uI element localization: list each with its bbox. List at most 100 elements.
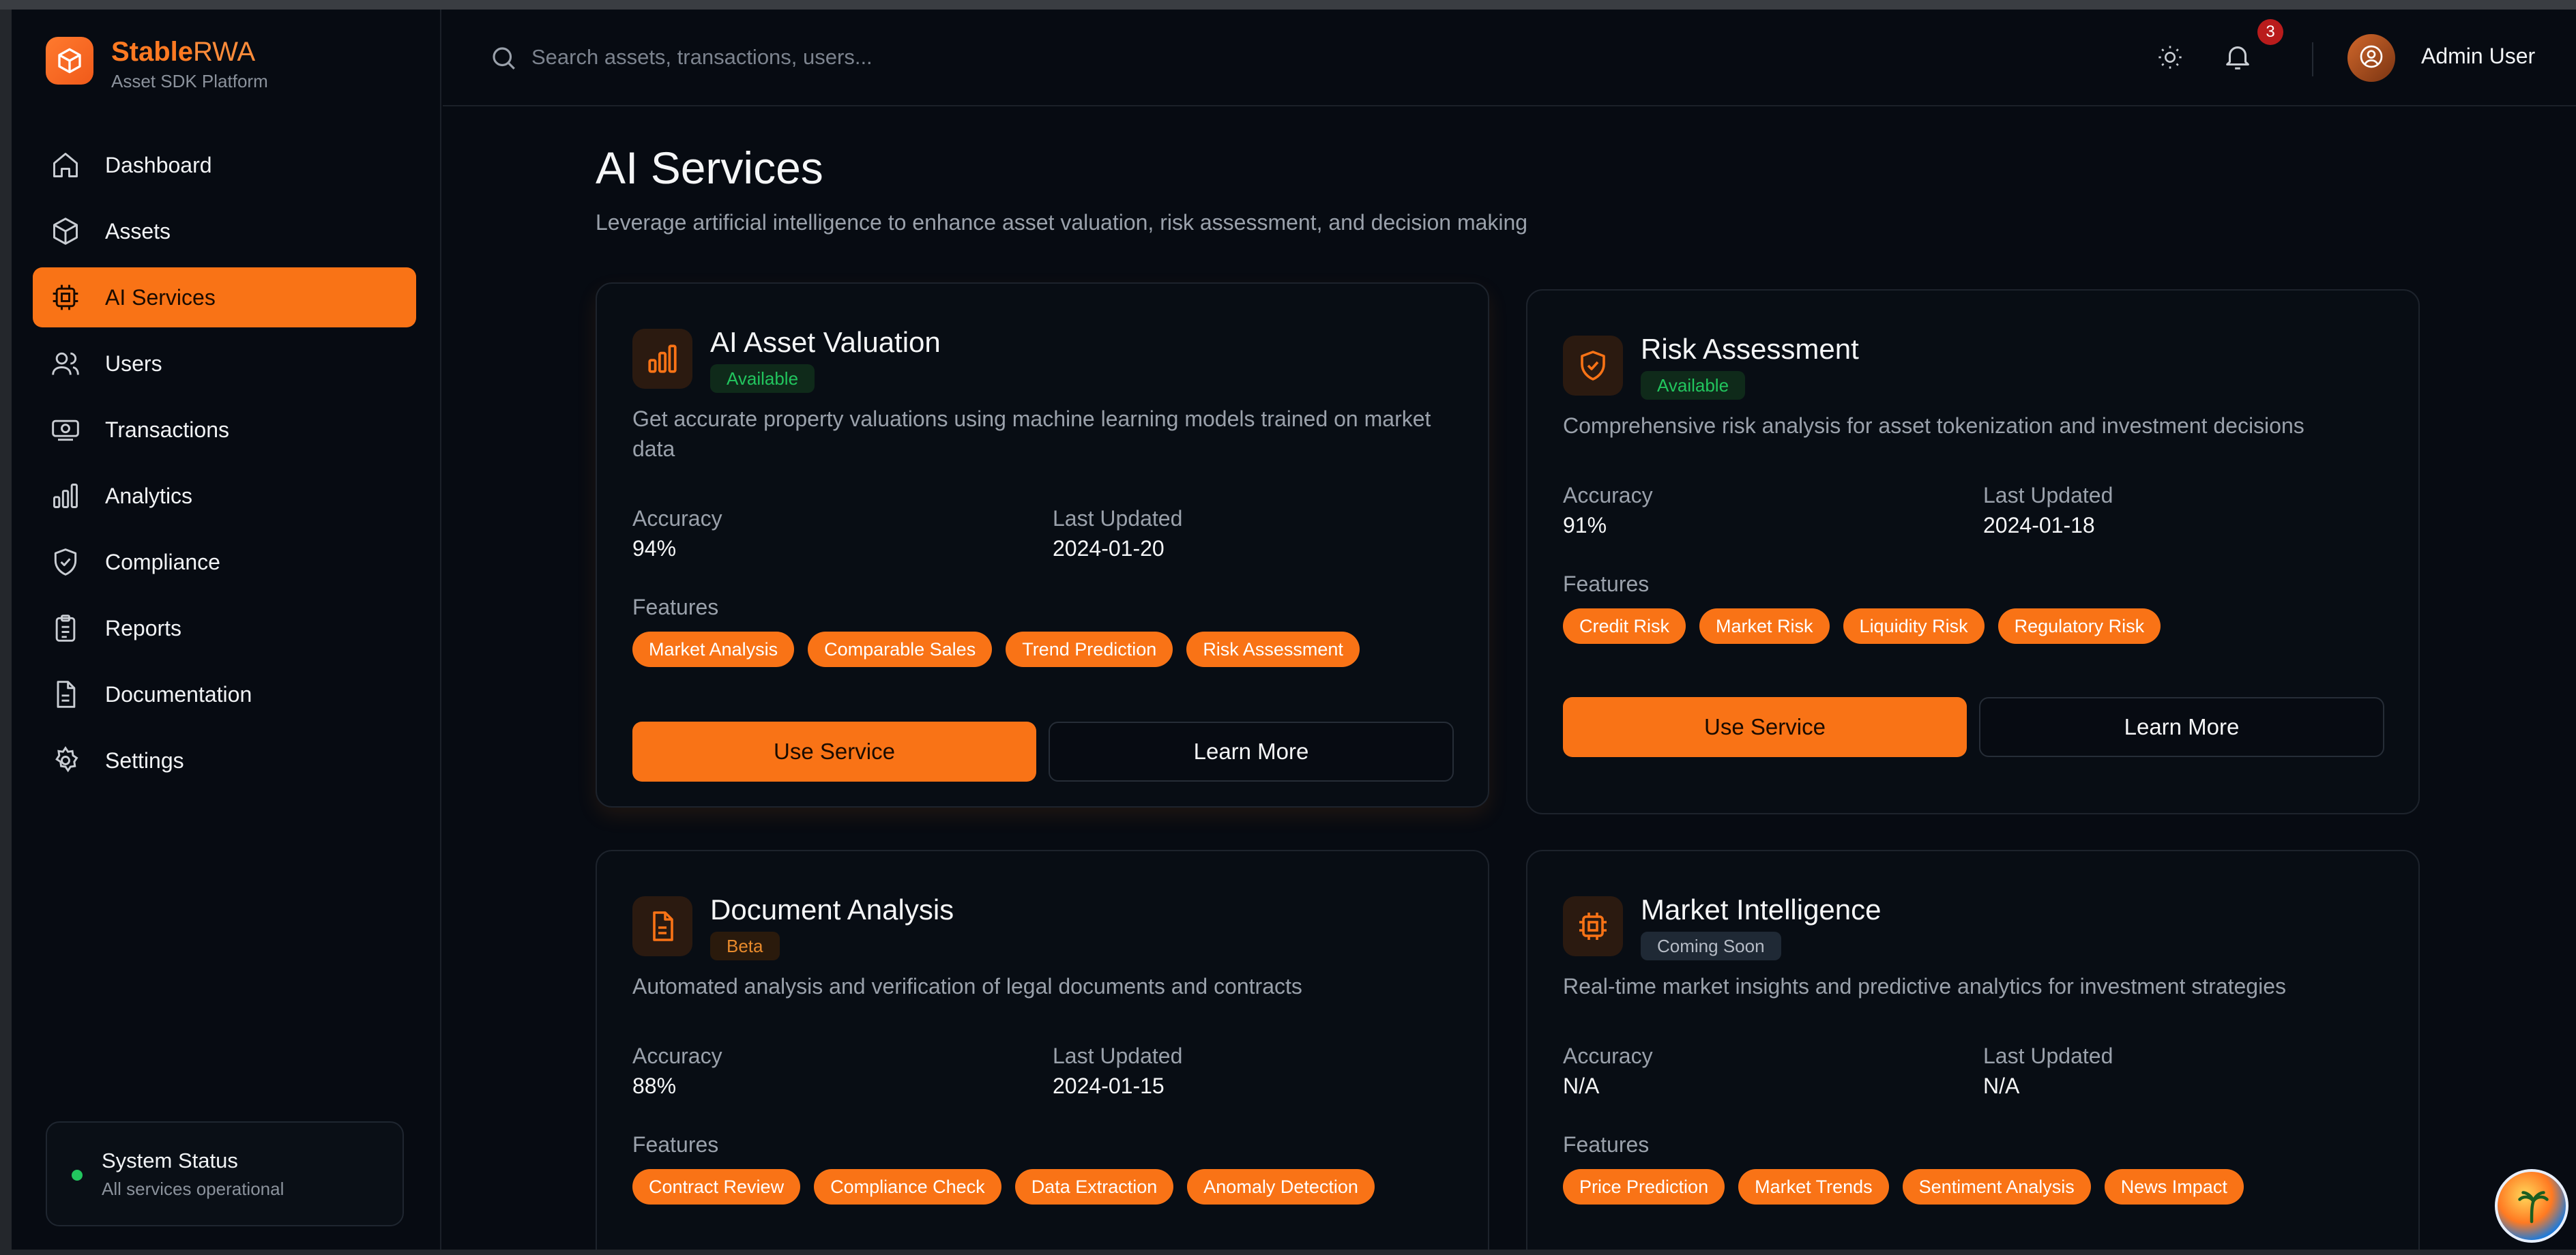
features-label: Features xyxy=(1563,1132,1650,1157)
service-card-market-intelligence: Market Intelligence Coming Soon Real-tim… xyxy=(1526,850,2420,1250)
search-input[interactable] xyxy=(531,40,1350,75)
feature-tag: Price Prediction xyxy=(1563,1169,1725,1205)
sidebar-item-label: Compliance xyxy=(105,549,220,574)
bar-chart-icon xyxy=(49,479,82,512)
feature-tag: Sentiment Analysis xyxy=(1902,1169,2091,1205)
feature-tag: Contract Review xyxy=(632,1169,801,1205)
file-text-icon xyxy=(632,896,692,956)
sidebar-item-reports[interactable]: Reports xyxy=(33,598,416,658)
sidebar-item-transactions[interactable]: Transactions xyxy=(33,400,416,460)
sun-icon[interactable] xyxy=(2156,44,2184,74)
service-title: Risk Assessment xyxy=(1641,333,1859,365)
sidebar-item-label: Reports xyxy=(105,615,182,640)
feature-tags: Price Prediction Market Trends Sentiment… xyxy=(1563,1169,2244,1205)
feature-tag: Liquidity Risk xyxy=(1843,608,1985,644)
cube-logo-icon xyxy=(46,37,93,85)
accuracy-label: Accuracy xyxy=(1563,483,1653,507)
app-window: StableRWA Asset SDK Platform Dashboard A… xyxy=(12,10,2576,1250)
sidebar-item-dashboard[interactable]: Dashboard xyxy=(33,135,416,195)
avatar[interactable] xyxy=(2347,34,2395,82)
features-label: Features xyxy=(632,1132,719,1157)
accuracy-value: 88% xyxy=(632,1074,677,1098)
service-description: Automated analysis and verification of l… xyxy=(632,974,1302,999)
cpu-icon xyxy=(1563,896,1623,956)
status-badge: Beta xyxy=(710,932,780,960)
brand-subtitle: Asset SDK Platform xyxy=(111,71,268,91)
last-updated-label: Last Updated xyxy=(1983,1044,2113,1068)
use-service-button[interactable]: Use Service xyxy=(632,722,1036,782)
service-title: Document Analysis xyxy=(710,894,954,926)
sidebar-item-label: Users xyxy=(105,351,162,376)
feature-tag: News Impact xyxy=(2104,1169,2244,1205)
feature-tag: Regulatory Risk xyxy=(1997,608,2161,644)
service-description: Get accurate property valuations using m… xyxy=(632,407,1431,461)
sidebar-item-settings[interactable]: Settings xyxy=(33,730,416,791)
feature-tag: Data Extraction xyxy=(1014,1169,1174,1205)
feature-tag: Compliance Check xyxy=(814,1169,1001,1205)
system-status-card: System Status All services operational xyxy=(46,1121,404,1226)
sidebar-item-label: Analytics xyxy=(105,483,193,508)
system-status-subtitle: All services operational xyxy=(102,1179,284,1199)
status-badge: Coming Soon xyxy=(1641,932,1781,960)
sidebar-item-documentation[interactable]: Documentation xyxy=(33,664,416,724)
sidebar-item-label: Dashboard xyxy=(105,152,212,177)
search-icon xyxy=(489,44,518,76)
feature-tag: Trend Prediction xyxy=(1006,632,1173,667)
sidebar-nav: Dashboard Assets AI Services Users Trans… xyxy=(33,135,416,797)
user-name[interactable]: Admin User xyxy=(2421,44,2535,69)
status-badge: Available xyxy=(1641,371,1746,400)
sidebar-item-label: Documentation xyxy=(105,681,252,707)
use-service-button[interactable]: Use Service xyxy=(1563,697,1967,757)
sidebar-item-users[interactable]: Users xyxy=(33,334,416,394)
accuracy-label: Accuracy xyxy=(632,1044,722,1068)
sidebar-item-analytics[interactable]: Analytics xyxy=(33,466,416,526)
service-title: AI Asset Valuation xyxy=(710,326,941,358)
feature-tag: Market Trends xyxy=(1738,1169,1889,1205)
service-card-document-analysis: Document Analysis Beta Automated analysi… xyxy=(596,850,1489,1250)
sidebar-item-label: Transactions xyxy=(105,417,229,442)
cube-icon xyxy=(49,215,82,248)
status-indicator xyxy=(72,1170,83,1181)
feature-tag: Market Risk xyxy=(1699,608,1830,644)
service-description: Comprehensive risk analysis for asset to… xyxy=(1563,413,2304,438)
last-updated-value: 2024-01-18 xyxy=(1983,513,2095,537)
last-updated-value: 2024-01-15 xyxy=(1053,1074,1165,1098)
sidebar-item-label: Settings xyxy=(105,748,184,773)
feature-tags: Market Analysis Comparable Sales Trend P… xyxy=(632,632,1360,667)
sidebar-item-label: AI Services xyxy=(105,284,216,310)
learn-more-button[interactable]: Learn More xyxy=(1049,722,1454,782)
sidebar-item-compliance[interactable]: Compliance xyxy=(33,532,416,592)
feature-tags: Credit Risk Market Risk Liquidity Risk R… xyxy=(1563,608,2161,644)
file-text-icon xyxy=(49,678,82,711)
feature-tag: Market Analysis xyxy=(632,632,795,667)
service-card-ai-asset-valuation: AI Asset Valuation Available Get accurat… xyxy=(596,282,1489,808)
service-title: Market Intelligence xyxy=(1641,894,1882,926)
header-divider xyxy=(2312,42,2313,76)
page-subtitle: Leverage artificial intelligence to enha… xyxy=(596,210,1528,235)
last-updated-value: 2024-01-20 xyxy=(1053,536,1165,561)
sidebar-item-assets[interactable]: Assets xyxy=(33,201,416,261)
accuracy-value: 94% xyxy=(632,536,677,561)
learn-more-button[interactable]: Learn More xyxy=(1979,697,2384,757)
assistant-avatar-button[interactable] xyxy=(2495,1169,2568,1243)
palm-tree-icon xyxy=(2511,1184,2552,1228)
os-left-strip xyxy=(0,10,12,1255)
top-header: 3 Admin User xyxy=(443,10,2576,106)
os-bottom-strip xyxy=(0,1250,2576,1255)
gear-icon xyxy=(49,744,82,777)
feature-tags: Contract Review Compliance Check Data Ex… xyxy=(632,1169,1375,1205)
shield-check-icon xyxy=(1563,336,1623,396)
accuracy-label: Accuracy xyxy=(632,506,722,531)
os-top-strip xyxy=(0,0,2576,10)
cpu-icon xyxy=(49,281,82,314)
last-updated-label: Last Updated xyxy=(1053,506,1183,531)
accuracy-value: N/A xyxy=(1563,1074,1600,1098)
sidebar-item-ai-services[interactable]: AI Services xyxy=(33,267,416,327)
service-card-risk-assessment: Risk Assessment Available Comprehensive … xyxy=(1526,289,2420,814)
bell-icon[interactable] xyxy=(2222,41,2253,76)
user-circle-icon xyxy=(2358,43,2385,74)
notification-badge: 3 xyxy=(2257,19,2283,45)
accuracy-value: 91% xyxy=(1563,513,1607,537)
brand[interactable]: StableRWA Asset SDK Platform xyxy=(46,34,268,102)
page-title: AI Services xyxy=(596,143,823,193)
